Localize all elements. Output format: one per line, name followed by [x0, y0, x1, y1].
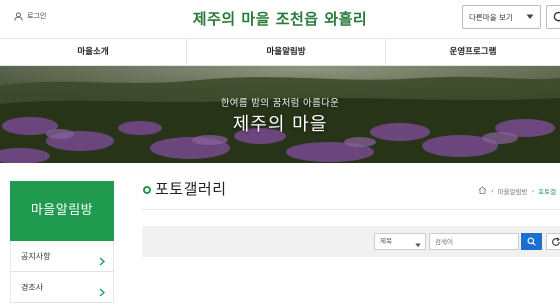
reset-button[interactable] — [546, 233, 560, 250]
breadcrumb-section[interactable]: 마을알림방 — [498, 186, 528, 196]
search-field-value: 제목 — [380, 237, 392, 245]
other-village-select[interactable]: 다른마을 보기 — [462, 5, 541, 29]
breadcrumb-separator: › — [531, 187, 535, 195]
nav-item-village-intro[interactable]: 마을소개 — [0, 39, 186, 66]
main-nav: 마을소개 마을알림방 운영프로그램 — [0, 38, 560, 66]
title-divider — [142, 209, 560, 210]
top-bar: 로그인 제주의 마을 조천읍 와흘리 다른마을 보기 — [0, 0, 560, 38]
board-search-button[interactable] — [521, 233, 542, 250]
sidebar-heading: 마을알림방 — [10, 181, 114, 241]
keyword-input[interactable] — [429, 233, 519, 250]
sidebar-item-label: 공지사항 — [21, 252, 51, 261]
sidebar-item-notices[interactable]: 공지사항 — [10, 241, 114, 272]
nav-item-village-notice[interactable]: 마을알림방 — [187, 39, 385, 66]
home-icon[interactable] — [478, 186, 487, 196]
sidebar-item-family-events[interactable]: 경조사 — [10, 272, 114, 303]
breadcrumb-current: 포토갤 — [538, 188, 557, 196]
sidebar-item-label: 경조사 — [21, 283, 44, 292]
chevron-right-icon — [99, 282, 105, 301]
breadcrumb: › 마을알림방 › 포토갤 — [478, 186, 556, 196]
caret-down-icon — [415, 239, 421, 254]
caret-down-icon — [526, 13, 534, 22]
hero-title: 제주의 마을 — [232, 114, 328, 135]
page-title: 포토갤러리 — [155, 180, 227, 198]
board-search-panel: 제목 — [142, 226, 560, 257]
breadcrumb-separator: › — [491, 187, 494, 195]
nav-item-programs[interactable]: 운영프로그램 — [386, 39, 560, 66]
search-field-select[interactable]: 제목 — [374, 233, 426, 250]
hero-banner: 한여름 밤의 꿈처럼 아름다운 제주의 마을 — [0, 66, 560, 163]
title-bullet-icon — [143, 186, 151, 194]
hero-subtitle: 한여름 밤의 꿈처럼 아름다운 — [220, 98, 340, 109]
global-search-button[interactable] — [546, 5, 560, 29]
other-village-select-value: 다른마을 보기 — [469, 12, 513, 22]
chevron-right-icon — [99, 251, 105, 270]
